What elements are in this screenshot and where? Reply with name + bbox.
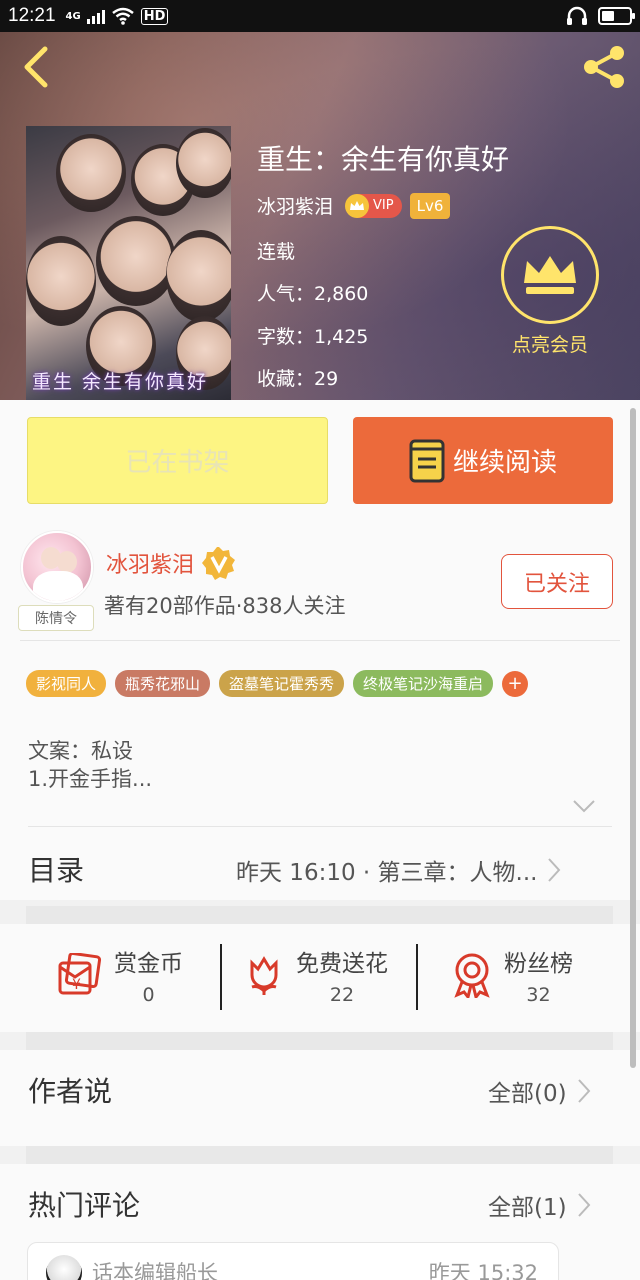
share-icon — [584, 46, 624, 88]
tag-item[interactable]: 盗墓笔记霍秀秀 — [219, 670, 345, 697]
crown-icon — [345, 193, 370, 218]
author-avatar[interactable] — [21, 531, 93, 603]
catalog-title[interactable]: 目录 — [28, 849, 84, 889]
hot-comments-title: 热门评论 — [28, 1189, 141, 1222]
chevron-down-icon — [573, 800, 595, 813]
tag-item[interactable]: 瓶秀花邪山 — [115, 670, 211, 697]
author-says-all-link[interactable]: 全部(0) — [488, 1074, 591, 1108]
stat-name: 赏金币 — [114, 951, 183, 977]
member-button[interactable]: 点亮会员 — [500, 226, 600, 357]
more-tags-button[interactable]: + — [502, 670, 529, 697]
book-status: 连载 — [257, 241, 296, 263]
stat-name: 免费送花 — [296, 951, 388, 977]
author-name: 冰羽紫泪 — [106, 553, 195, 578]
catalog-latest-chapter[interactable]: 昨天 16:10 · 第三章：人物... — [236, 853, 561, 887]
signal-icon — [86, 8, 105, 24]
battery-icon — [598, 7, 635, 25]
comment-time: 昨天 15:32 — [428, 1261, 538, 1280]
level-badge: Lv6 — [409, 192, 451, 219]
book-cover[interactable]: 重生 余生有你真好 — [26, 126, 231, 400]
free-flower-button[interactable]: 免费送花 22 — [244, 940, 388, 1010]
member-label: 点亮会员 — [511, 334, 588, 356]
reward-coin-button[interactable]: ¥ 赏金币 0 — [56, 940, 183, 1010]
commenter-name: 话本编辑船长 — [92, 1261, 218, 1280]
chevron-left-icon — [24, 46, 48, 88]
author-stats: 著有20部作品·838人关注 — [104, 594, 346, 618]
scrollbar[interactable] — [630, 408, 636, 1068]
divider — [20, 640, 620, 641]
vip-badge: VIP — [345, 193, 402, 218]
tag-item[interactable]: 终极笔记沙海重启 — [353, 670, 494, 697]
status-bar: 12:21 4G HD — [0, 0, 640, 32]
stat-value: 32 — [526, 984, 551, 1006]
section-gap — [26, 1032, 613, 1050]
hd-icon: HD — [140, 7, 169, 25]
book-word-count: 字数：1,425 — [257, 326, 369, 348]
book-icon — [409, 439, 445, 482]
tag-list: 影视同人 瓶秀花邪山 盗墓笔记霍秀秀 终极笔记沙海重启 + — [26, 670, 529, 697]
svg-text:¥: ¥ — [72, 977, 81, 993]
author-says-title: 作者说 — [28, 1075, 113, 1108]
network-indicator: 4G HD — [66, 7, 169, 25]
headphones-icon — [567, 6, 587, 25]
stat-separator — [220, 944, 222, 1010]
divider — [28, 826, 612, 827]
status-time: 12:21 — [8, 5, 56, 26]
crown-icon — [524, 256, 576, 294]
book-author[interactable]: 冰羽紫泪 — [257, 192, 333, 219]
fan-rank-button[interactable]: 粉丝榜 32 — [452, 940, 573, 1010]
continue-reading-label: 继续阅读 — [452, 448, 557, 478]
verified-v-icon — [202, 547, 236, 580]
synopsis-line: 1.开金手指... — [28, 767, 153, 791]
section-gap — [26, 906, 613, 924]
chevron-right-icon — [548, 858, 561, 882]
hot-comments-all-link[interactable]: 全部(1) — [488, 1188, 591, 1222]
book-popularity: 人气：2,860 — [257, 283, 369, 305]
section-gap — [26, 1146, 613, 1164]
cover-title: 重生 余生有你真好 — [32, 371, 209, 393]
share-button[interactable] — [576, 40, 632, 94]
tag-item[interactable]: 影视同人 — [26, 670, 107, 697]
stat-value: 22 — [329, 984, 355, 1006]
book-favorites: 收藏：29 — [257, 368, 339, 390]
chevron-right-icon — [577, 1079, 590, 1103]
commenter-avatar — [46, 1255, 82, 1280]
continue-reading-button[interactable]: 继续阅读 — [353, 417, 613, 504]
medal-icon — [454, 953, 490, 998]
network-type: 4G — [65, 10, 81, 22]
catalog-latest-label: 昨天 16:10 · 第三章：人物... — [236, 860, 538, 886]
expand-synopsis-button[interactable] — [572, 798, 596, 817]
stat-name: 粉丝榜 — [504, 951, 573, 977]
book-author-line: 冰羽紫泪 VIP Lv6 — [257, 192, 451, 219]
synopsis[interactable]: 文案：私设 1.开金手指... — [28, 737, 152, 793]
avatar-tag: 陈情令 — [18, 605, 94, 631]
author-name-row[interactable]: 冰羽紫泪 — [106, 546, 236, 580]
follow-button[interactable]: 已关注 — [501, 554, 613, 609]
flower-icon — [250, 956, 278, 995]
book-header: 12:21 4G HD 重生 余生有你真好 重生：余生有你真好 冰羽紫泪 VIP… — [0, 0, 640, 400]
book-title: 重生：余生有你真好 — [257, 143, 510, 176]
vip-label: VIP — [373, 198, 394, 213]
stat-value: 0 — [142, 984, 155, 1006]
synopsis-line: 文案：私设 — [28, 739, 133, 763]
comment-item[interactable]: 话本编辑船长 昨天 15:32 — [27, 1242, 559, 1280]
stat-separator — [416, 944, 418, 1010]
hot-comments-link-label: 全部(1) — [488, 1195, 567, 1221]
author-says-link-label: 全部(0) — [488, 1081, 567, 1107]
reward-coin-icon: ¥ — [58, 953, 102, 995]
wifi-icon — [111, 7, 134, 25]
chevron-right-icon — [577, 1193, 590, 1217]
shelf-button[interactable]: 已在书架 — [27, 417, 328, 504]
back-button[interactable] — [14, 42, 58, 92]
